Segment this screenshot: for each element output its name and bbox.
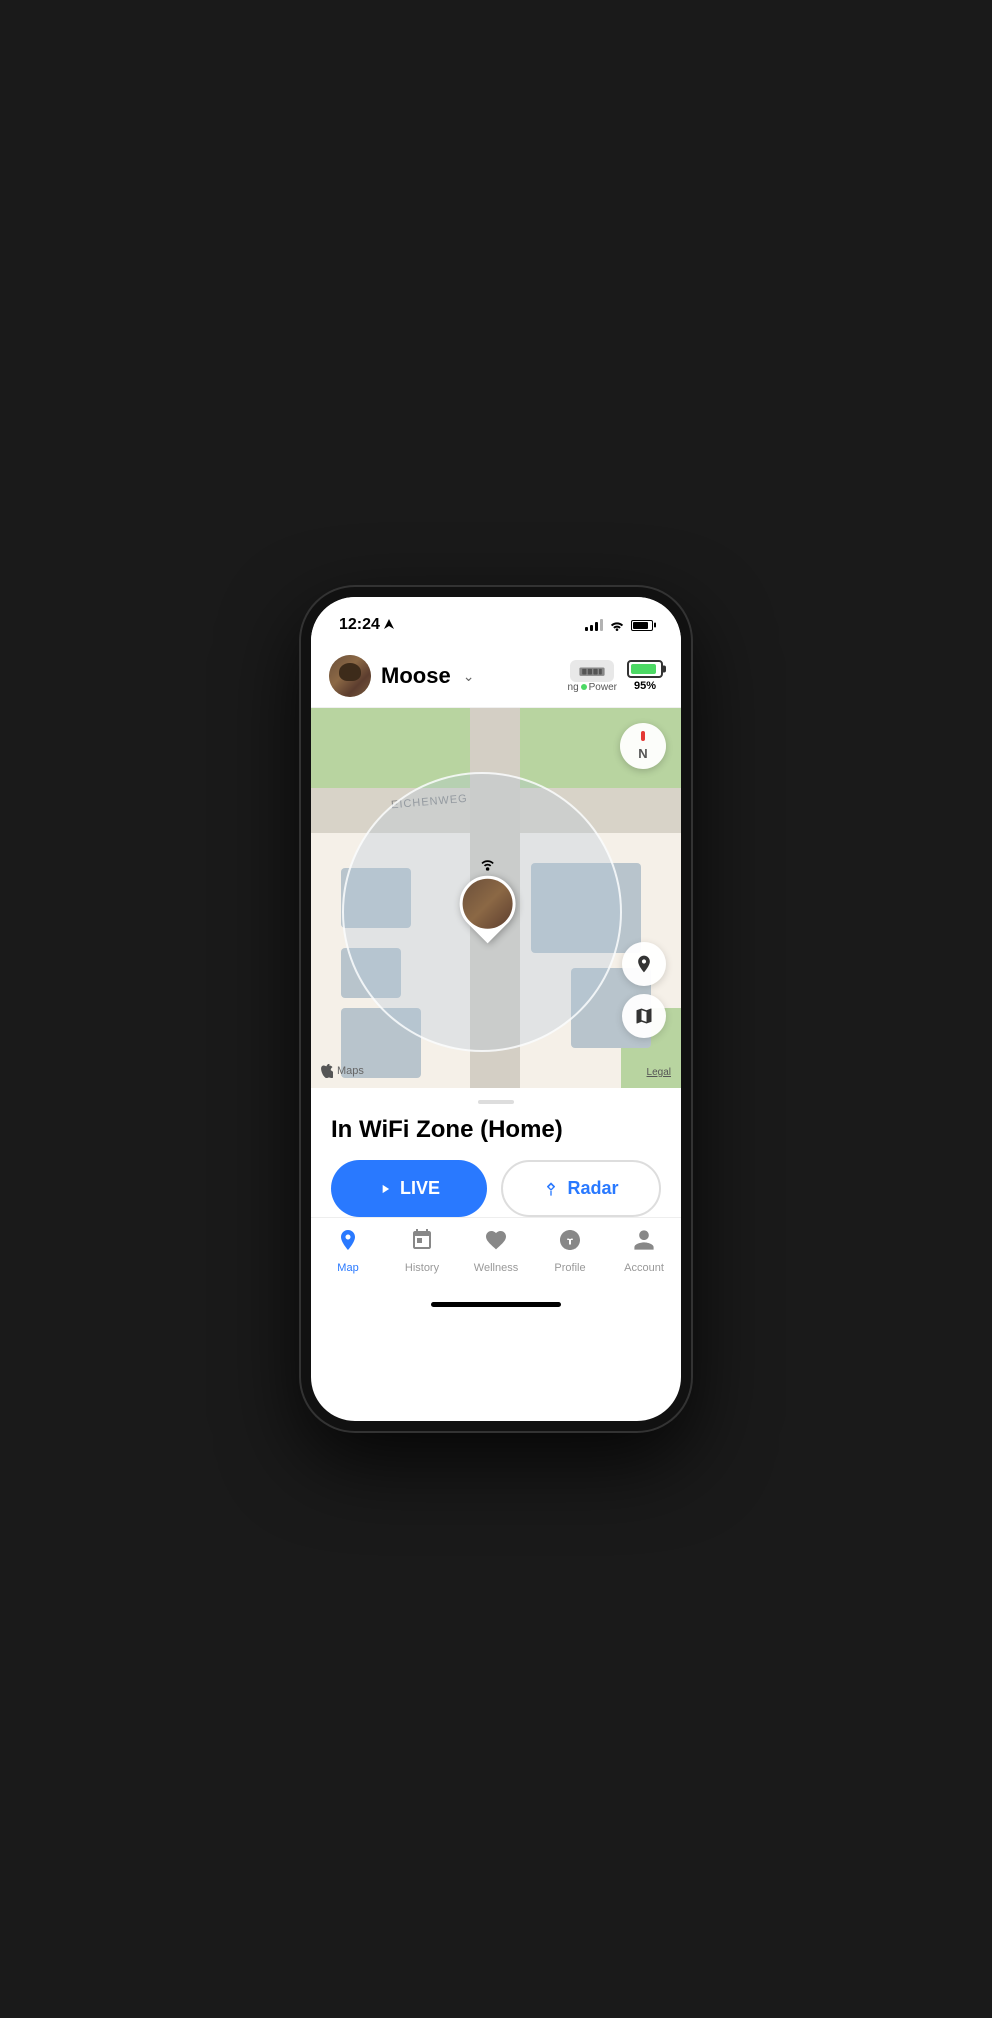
- location-status-text: In WiFi Zone (Home): [331, 1116, 661, 1144]
- map-layers-icon: [634, 1006, 654, 1026]
- location-arrow-icon: [384, 619, 394, 631]
- time-display: 12:24: [339, 616, 380, 634]
- home-indicator: [311, 1294, 681, 1314]
- wellness-nav-icon: [484, 1228, 508, 1258]
- nav-item-profile[interactable]: Profile: [533, 1228, 607, 1274]
- live-button[interactable]: LIVE: [331, 1160, 487, 1217]
- status-icons: [585, 619, 653, 631]
- nav-item-map[interactable]: Map: [311, 1228, 385, 1274]
- nav-label-profile: Profile: [554, 1262, 585, 1274]
- header-right: ng Power 95%: [568, 660, 663, 693]
- bottom-panel: In WiFi Zone (Home) LIVE Radar: [311, 1088, 681, 1217]
- marker-bubble: [448, 864, 527, 943]
- nav-label-account: Account: [624, 1262, 664, 1274]
- battery-visual-icon: [627, 660, 663, 678]
- radar-bluetooth-icon: [543, 1181, 559, 1197]
- home-bar: [431, 1302, 561, 1307]
- nav-item-account[interactable]: Account: [607, 1228, 681, 1274]
- device-chip: [570, 660, 614, 682]
- nav-item-history[interactable]: History: [385, 1228, 459, 1274]
- history-tab-icon: [410, 1228, 434, 1252]
- map-nav-icon: [336, 1228, 360, 1258]
- radar-button[interactable]: Radar: [501, 1160, 661, 1217]
- maps-brand-label: Maps: [337, 1065, 364, 1077]
- wifi-signal-icon: [477, 857, 499, 874]
- compass[interactable]: N: [620, 723, 666, 769]
- chip-icon: [578, 664, 606, 678]
- legal-link[interactable]: Legal: [647, 1067, 671, 1078]
- bottom-nav: Map History Wellness: [311, 1217, 681, 1294]
- battery-percentage: 95%: [634, 680, 656, 692]
- account-tab-icon: [632, 1228, 656, 1252]
- account-nav-icon: [632, 1228, 656, 1258]
- location-pin-icon: [634, 954, 654, 974]
- pet-name: Moose: [381, 663, 451, 689]
- apple-logo-icon: [321, 1064, 333, 1078]
- pull-indicator: [478, 1100, 514, 1104]
- action-buttons: LIVE Radar: [331, 1160, 661, 1217]
- history-nav-icon: [410, 1228, 434, 1258]
- status-time: 12:24: [339, 616, 394, 634]
- wifi-icon: [609, 619, 625, 631]
- maps-attribution: Maps: [321, 1064, 364, 1078]
- map-container[interactable]: EICHENWEG N: [311, 708, 681, 1088]
- wifi-signal-svg: [477, 857, 499, 871]
- status-bar: 12:24: [311, 597, 681, 647]
- compass-arrow-icon: [641, 731, 645, 741]
- profile-tab-icon: [558, 1228, 582, 1252]
- chevron-down-icon[interactable]: ⌄: [463, 668, 475, 685]
- radar-button-label: Radar: [567, 1178, 618, 1199]
- pet-marker[interactable]: [460, 857, 516, 932]
- map-actions: [622, 942, 666, 1038]
- map-tab-icon: [336, 1228, 360, 1252]
- compass-label: N: [638, 746, 647, 761]
- pet-avatar: [329, 655, 371, 697]
- pet-selector[interactable]: Moose ⌄: [329, 655, 474, 697]
- location-button[interactable]: [622, 942, 666, 986]
- live-button-label: LIVE: [400, 1178, 440, 1199]
- nav-label-history: History: [405, 1262, 439, 1274]
- wellness-tab-icon: [484, 1228, 508, 1252]
- live-arrow-icon: [378, 1182, 392, 1196]
- signal-bars-icon: [585, 619, 603, 631]
- battery-icon: [631, 620, 653, 631]
- profile-nav-icon: [558, 1228, 582, 1258]
- nav-label-wellness: Wellness: [474, 1262, 518, 1274]
- map-type-button[interactable]: [622, 994, 666, 1038]
- nav-label-map: Map: [337, 1262, 358, 1274]
- battery-status: 95%: [627, 660, 663, 692]
- phone-frame: 12:24 Moose: [301, 587, 691, 1431]
- power-status: ng Power: [568, 682, 617, 693]
- app-header: Moose ⌄ ng Power: [311, 647, 681, 708]
- nav-item-wellness[interactable]: Wellness: [459, 1228, 533, 1274]
